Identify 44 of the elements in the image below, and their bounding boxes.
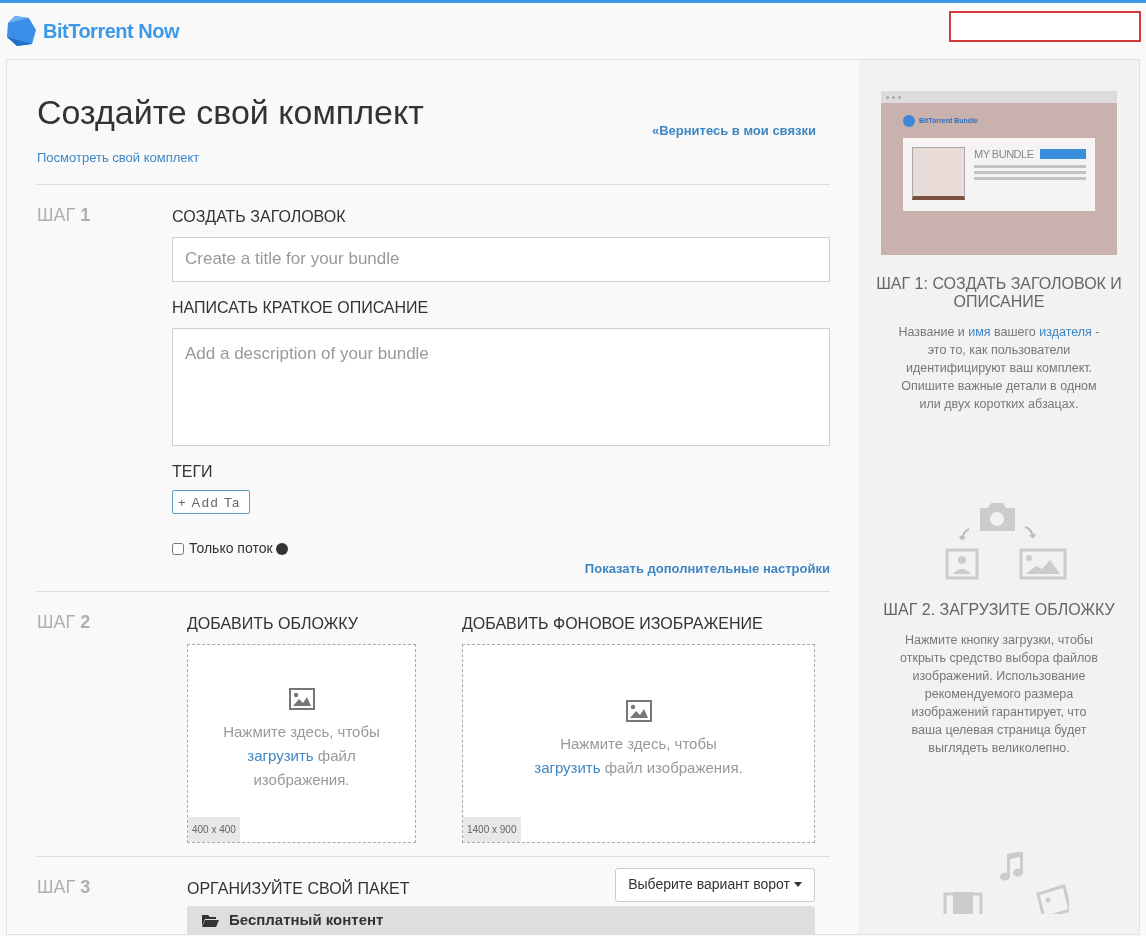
image-icon [625, 700, 652, 722]
step-label: ШАГ 2 [37, 611, 92, 632]
section-label: ОРГАНИЗУЙТЕ СВОЙ ПАКЕТ [187, 878, 410, 899]
field-label: СОЗДАТЬ ЗАГОЛОВОК [172, 206, 347, 227]
inline-link[interactable]: имя [968, 325, 991, 339]
input-field[interactable] [949, 10, 1141, 42]
step-description: Нажмите кнопку загрузки, чтобы открыть средство выбора файлов изображений. Использование рекомендуемого размера изображений гарантирует, что ваша целевая страница будет выглядеть великолепно. [899, 632, 1099, 757]
step-heading: ШАГ 2. ЗАГРУЗИТЕ ОБЛОЖКУ [882, 601, 1116, 619]
folder-icon [202, 914, 219, 927]
upload-area[interactable]: Нажмите здесь, чтобы загрузить файл изображения. 1400 x 900 [462, 643, 815, 843]
logo-text: BitTorrent Now [43, 19, 179, 44]
logo-icon [5, 15, 37, 47]
step-heading: ШАГ 1: СОЗДАТЬ ЗАГОЛОВОК И ОПИСАНИЕ [875, 275, 1123, 311]
field-label: ДОБАВИТЬ ФОНОВОЕ ИЗОБРАЖЕНИЕ [462, 613, 764, 634]
view-bundle-link[interactable]: Посмотреть свой комплект [37, 148, 830, 168]
description-input[interactable]: Add a description of your bundle [172, 327, 830, 446]
mock-title: MY BUNDLE [974, 147, 1034, 161]
upload-link[interactable]: загрузить [534, 759, 601, 776]
page-title: Создайте свой комплект [37, 92, 424, 133]
tag-input[interactable]: + Add Ta [172, 490, 250, 514]
upload-area[interactable]: Нажмите здесь, чтобы загрузить файл изображения. 400 x 400 [187, 643, 416, 843]
step-description: Название и имя вашего издателя - это то, как пользователи идентифицируют ваш комплект. Опишите важные детали в одном или двух коротких абзацах. [897, 324, 1101, 413]
image-icon [288, 688, 315, 710]
caret-icon [794, 882, 802, 887]
back-link[interactable]: «Вернитесь в мои связки [651, 120, 816, 140]
folder-bar[interactable]: Бесплатный контент [187, 905, 815, 934]
field-label: ДОБАВИТЬ ОБЛОЖКУ [187, 613, 359, 634]
title-input[interactable]: Create a title for your bundle [172, 236, 830, 282]
photo-placeholder [912, 147, 965, 200]
size-badge: 400 x 400 [188, 816, 240, 842]
inline-link[interactable]: издателя [1039, 325, 1092, 339]
upload-link[interactable]: загрузить [247, 747, 314, 764]
gate-dropdown[interactable]: Выберите вариант ворот [615, 867, 815, 902]
step-label: ШАГ 1 [37, 204, 92, 225]
upload-text: Нажмите здесь, чтобы загрузить файл изображения. [534, 734, 743, 778]
upload-text: Нажмите здесь, чтобы загрузить файл изображения. [222, 722, 381, 790]
checkbox-label: Только поток [189, 539, 273, 558]
checkbox[interactable] [172, 542, 184, 555]
step-label: ШАГ 3 [37, 876, 92, 897]
advanced-settings-link[interactable]: Показать дополнительные настройки [584, 559, 830, 579]
size-badge: 1400 x 900 [463, 816, 521, 842]
field-label: НАПИСАТЬ КРАТКОЕ ОПИСАНИЕ [172, 297, 430, 318]
logo-icon [903, 115, 915, 127]
field-label: ТЕГИ [172, 461, 214, 482]
